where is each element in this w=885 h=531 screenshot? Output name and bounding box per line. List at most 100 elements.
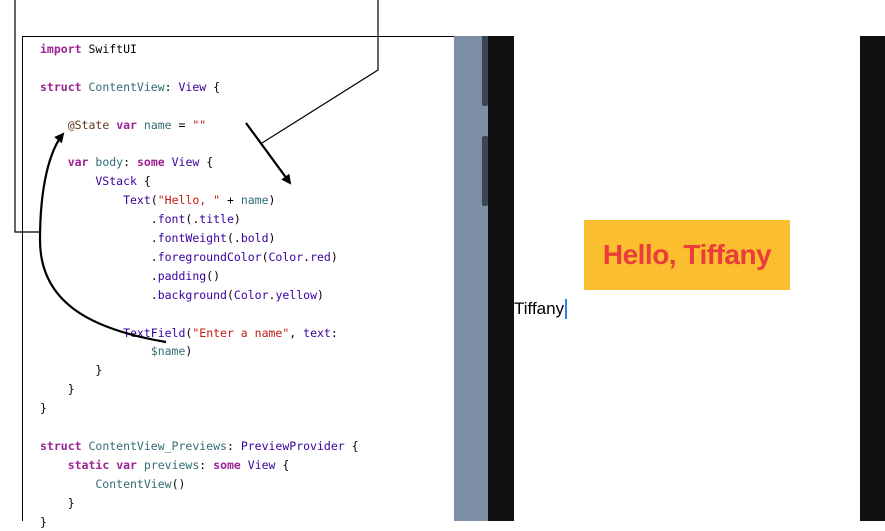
code-token: : [226, 438, 241, 453]
code-token: @State [67, 117, 110, 132]
code-token: red [310, 249, 331, 264]
code-line: ContentView() [40, 475, 185, 493]
code-token: () [206, 268, 221, 283]
code-token: foregroundColor [157, 249, 262, 264]
code-token: } [40, 363, 103, 378]
code-line: Text("Hello, " + name) [40, 191, 275, 209]
code-line: static var previews: some View { [40, 456, 290, 474]
code-line: $name) [40, 342, 193, 360]
code-token: ( [261, 249, 269, 264]
code-token: { [275, 457, 290, 472]
code-token: fontWeight [157, 231, 227, 245]
code-token: ) [317, 287, 324, 302]
code-token: { [344, 438, 359, 453]
code-token: . [40, 231, 158, 245]
code-token: TextField [40, 325, 186, 340]
code-line: } [40, 399, 47, 417]
code-token: "Hello, " [157, 193, 221, 208]
code-token: View [240, 457, 276, 472]
code-token: } [40, 382, 75, 397]
name-text-field[interactable]: Tiffany [514, 298, 568, 320]
code-token: PreviewProvider [240, 438, 345, 453]
code-token: ContentView [81, 79, 165, 94]
code-token: struct [40, 438, 82, 453]
code-token: : [199, 457, 214, 472]
code-token: : [123, 155, 137, 170]
code-token: } [40, 514, 47, 529]
code-token: some [213, 457, 241, 472]
hello-text-label: Hello, Tiffany [584, 220, 790, 290]
code-token: : [164, 79, 179, 94]
code-line: struct ContentView: View { [40, 78, 220, 96]
code-token: name [240, 193, 269, 208]
code-line: struct ContentView_Previews: PreviewProv… [40, 437, 359, 455]
device-screen: Hello, Tiffany Tiffany [514, 36, 860, 521]
code-token: Color [268, 249, 304, 264]
code-token: title [199, 212, 234, 227]
code-token: ( [150, 193, 158, 208]
code-token: } [40, 495, 75, 510]
device-bezel-left [488, 36, 514, 521]
code-token: previews [136, 457, 200, 472]
device-bezel-right [860, 36, 885, 521]
canvas-preview: Hello, Tiffany Tiffany [454, 36, 885, 521]
code-token: font [157, 212, 186, 227]
code-token: (. [226, 231, 241, 245]
text-caret-icon [565, 299, 568, 319]
code-token: ( [226, 287, 234, 302]
code-line: } [40, 380, 75, 398]
code-token: () [171, 476, 186, 491]
code-token: ) [330, 249, 338, 264]
code-token: some [136, 155, 165, 170]
code-token: , [289, 325, 304, 340]
code-token: background [157, 287, 227, 302]
code-line: } [40, 513, 47, 531]
code-token: ContentView_Previews [81, 438, 227, 453]
code-editor[interactable]: import SwiftUI struct ContentView: View {… [22, 36, 454, 529]
code-line: } [40, 361, 102, 379]
code-token: yellow [275, 287, 317, 302]
code-token: ) [185, 344, 193, 359]
code-line: .padding() [40, 267, 220, 285]
code-token: body [88, 155, 124, 170]
code-token: } [40, 401, 47, 416]
code-token: ) [268, 193, 276, 208]
code-token: struct [40, 79, 82, 94]
code-token: Color [233, 287, 269, 302]
code-line: } [40, 494, 75, 512]
code-token: { [199, 155, 214, 170]
code-token: + [220, 193, 241, 208]
code-token: View [178, 79, 207, 94]
code-line: .background(Color.yellow) [40, 286, 324, 304]
code-token: Text [40, 193, 151, 208]
code-token: : [330, 325, 338, 340]
code-token: var [116, 117, 137, 132]
code-token: "" [192, 117, 207, 132]
code-token: var [116, 457, 137, 472]
code-token: $name [40, 344, 186, 359]
code-line: var body: some View { [40, 153, 213, 171]
code-token: (. [185, 212, 200, 227]
code-token: . [40, 212, 158, 227]
code-token: . [40, 268, 158, 283]
code-token: ContentView [40, 476, 172, 491]
code-token: ) [268, 231, 276, 245]
code-token: { [206, 79, 221, 94]
code-token: static [67, 457, 110, 472]
code-line: import SwiftUI [40, 40, 137, 58]
code-token: var [67, 155, 89, 170]
code-line: @State var name = "" [40, 116, 207, 134]
code-token: "Enter a name" [192, 325, 290, 340]
code-token: padding [157, 268, 207, 283]
code-token: import [40, 42, 82, 56]
code-token: bold [240, 231, 269, 245]
code-token: View [164, 155, 200, 170]
code-line: .foregroundColor(Color.red) [40, 248, 338, 266]
code-line: VStack { [40, 172, 150, 190]
code-line: .font(.title) [40, 210, 241, 228]
code-token: ) [233, 212, 241, 227]
code-line: .fontWeight(.bold) [40, 229, 276, 247]
